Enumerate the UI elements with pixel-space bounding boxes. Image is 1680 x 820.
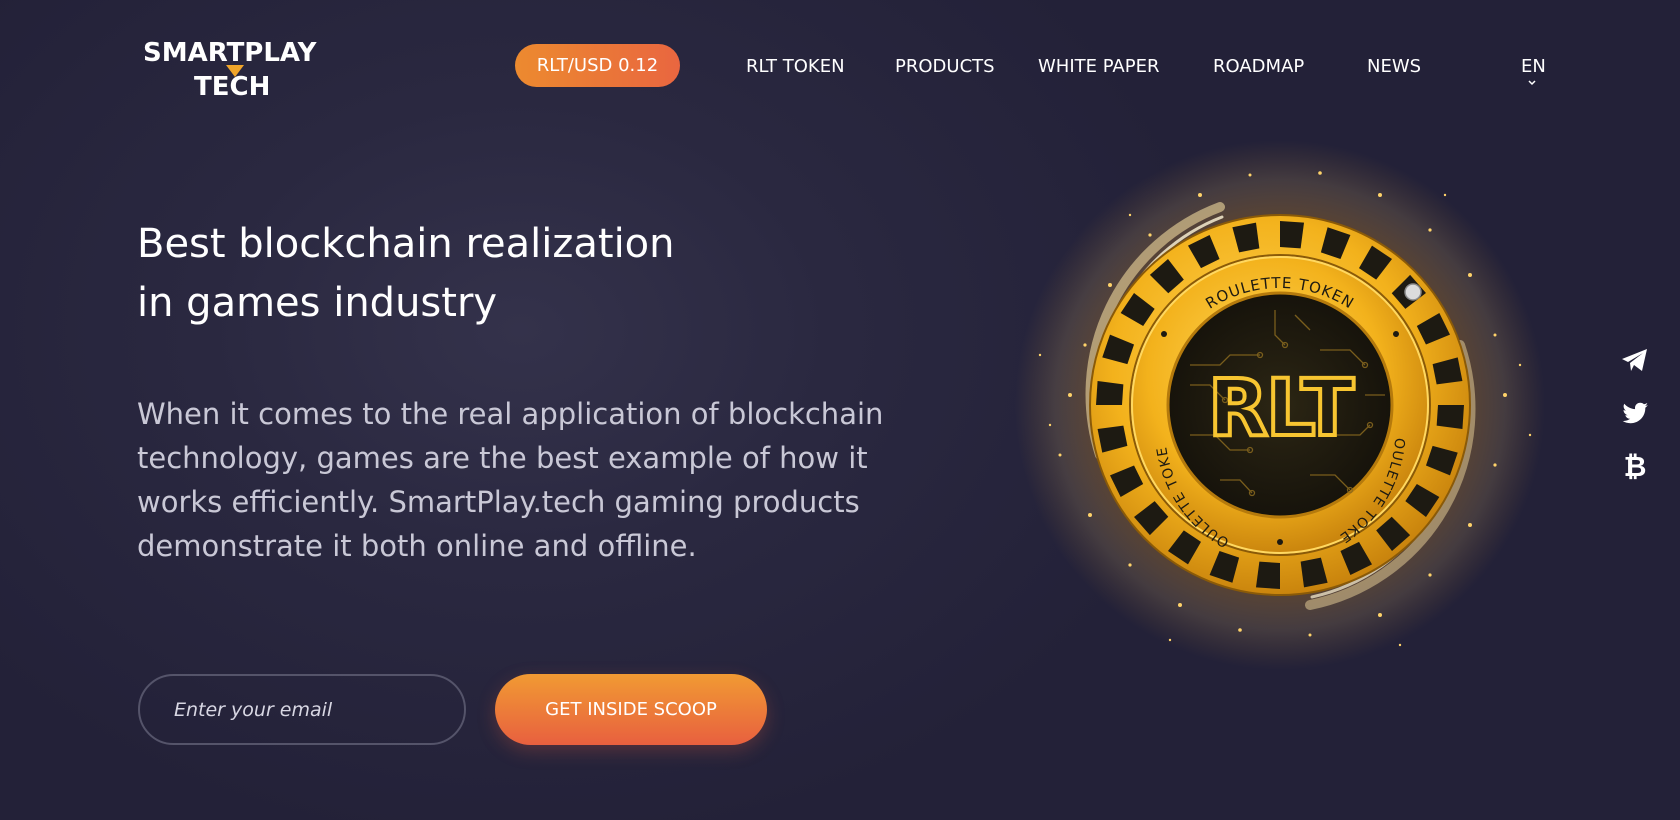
- email-input[interactable]: [138, 674, 466, 745]
- svg-text:₿: ₿: [1624, 450, 1647, 482]
- hero-description-line-2: technology, games are the best example o…: [137, 441, 868, 475]
- coin-notch: [1255, 561, 1280, 589]
- nav-rlt-token[interactable]: RLT TOKEN: [746, 55, 845, 79]
- coin-notch: [1096, 380, 1124, 405]
- get-inside-scoop-button[interactable]: GET INSIDE SCOOP: [495, 674, 767, 745]
- twitter-icon[interactable]: [1619, 397, 1651, 429]
- hero-description: When it comes to the real application of…: [137, 392, 967, 568]
- coin-notch: [1280, 221, 1305, 249]
- logo-text-top: SMARTPLAY: [143, 38, 317, 68]
- hero-description-line-4: demonstrate it both online and offline.: [137, 529, 697, 563]
- price-ticker-button[interactable]: RLT/USD 0.12: [515, 44, 680, 87]
- hero-description-line-3: works efficiently. SmartPlay.tech gaming…: [137, 485, 860, 519]
- hero-headline-line-2: in games industry: [137, 280, 498, 326]
- coin-notch: [1436, 405, 1464, 430]
- ring-dot: [1161, 331, 1167, 337]
- logo-text-bottom: TECH: [194, 72, 271, 102]
- hero-description-line-1: When it comes to the real application of…: [137, 397, 884, 431]
- hero-headline-line-1: Best blockchain realization: [137, 221, 675, 267]
- chevron-down-icon[interactable]: [1527, 78, 1537, 88]
- ring-dot: [1277, 539, 1283, 545]
- ring-dot: [1393, 331, 1399, 337]
- nav-products[interactable]: PRODUCTS: [895, 55, 995, 79]
- coin-monogram: RLT: [1208, 364, 1354, 454]
- bitcoin-icon[interactable]: ₿: [1619, 450, 1651, 482]
- logo[interactable]: SMARTPLAY TECH: [143, 38, 328, 108]
- language-selector[interactable]: EN: [1521, 55, 1546, 79]
- roulette-ball: [1404, 283, 1422, 301]
- nav-news[interactable]: NEWS: [1367, 55, 1421, 79]
- telegram-icon[interactable]: [1619, 344, 1651, 376]
- nav-white-paper[interactable]: WHITE PAPER: [1038, 55, 1159, 79]
- nav-roadmap[interactable]: ROADMAP: [1213, 55, 1304, 79]
- hero-headline: Best blockchain realization in games ind…: [137, 215, 837, 333]
- rlt-coin-illustration: ROULETTE TOKEN ROULETTE TOKEN ROULETTE T…: [990, 135, 1545, 670]
- landing-page: SMARTPLAY TECH RLT/USD 0.12 RLT TOKEN PR…: [0, 0, 1680, 820]
